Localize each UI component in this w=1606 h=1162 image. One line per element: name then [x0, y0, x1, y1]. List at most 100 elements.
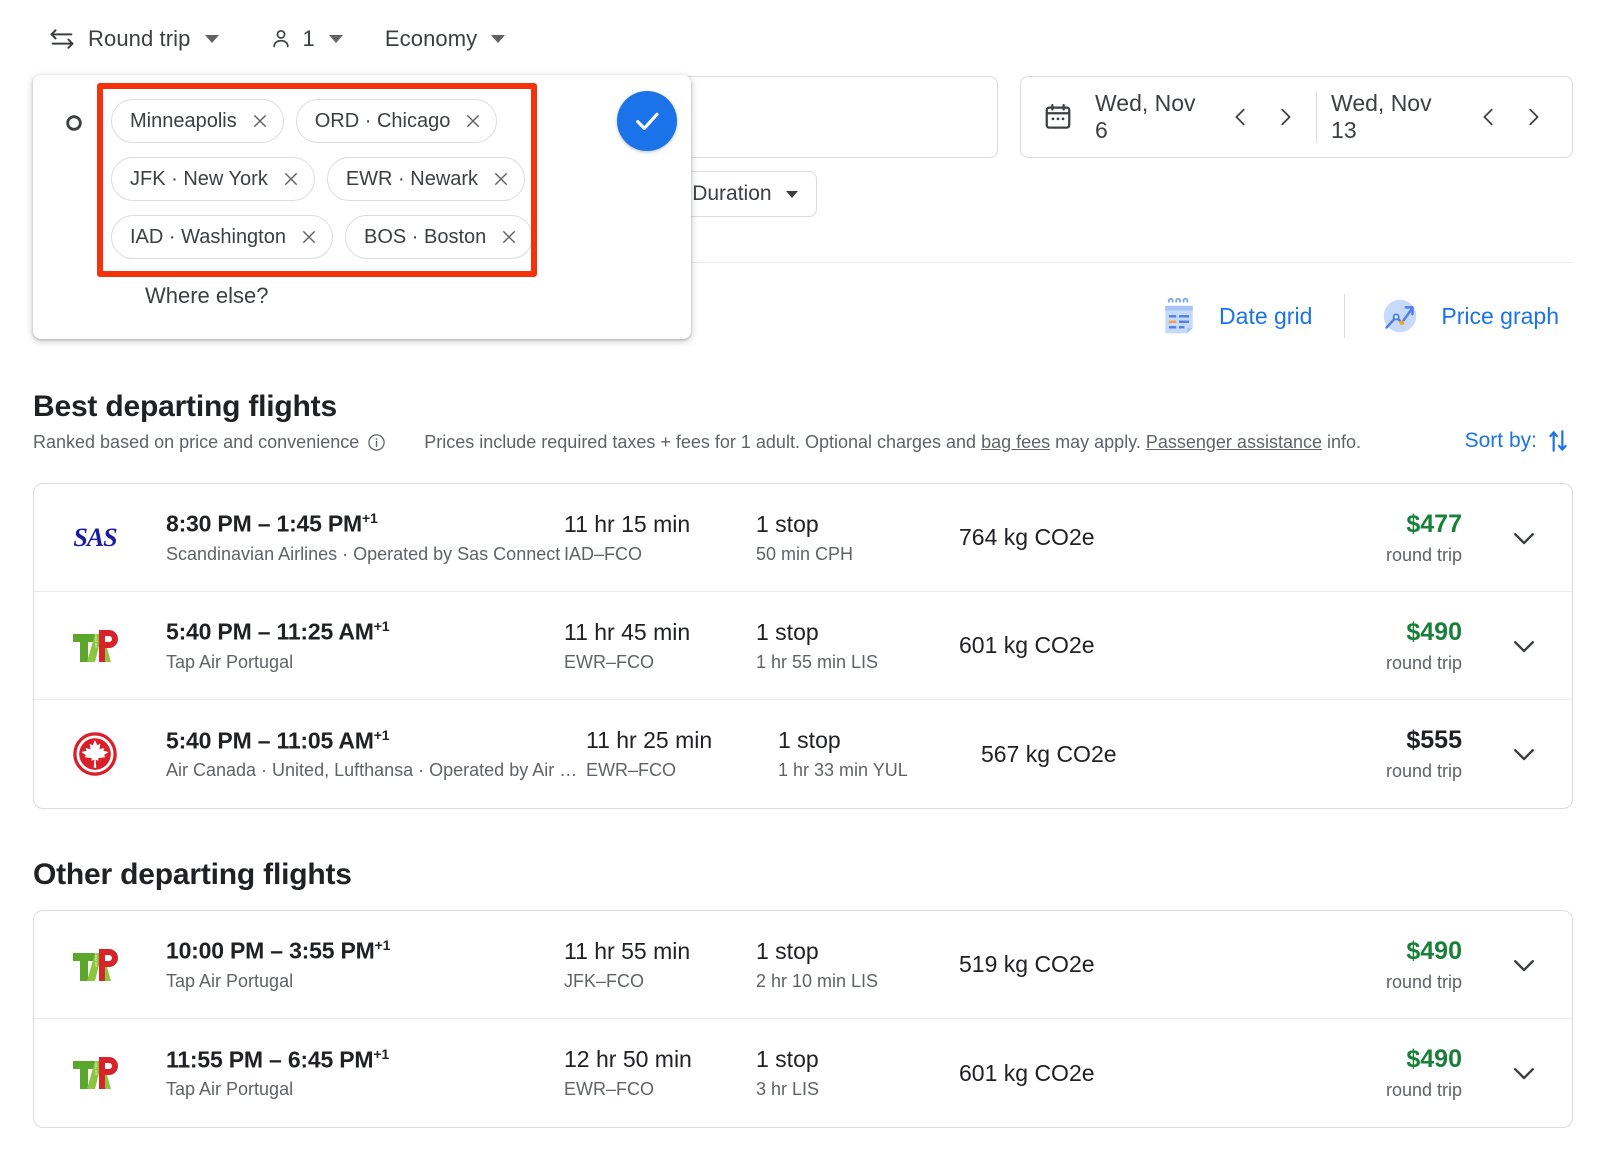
flight-emissions-column: 567 kg CO2e [981, 741, 1311, 768]
flight-times: 8:30 PM – 1:45 PM+1 [166, 510, 564, 538]
origin-chip[interactable]: EWR · Newark [327, 157, 525, 201]
flight-layover: 1 hr 33 min YUL [778, 760, 981, 781]
date-grid-button[interactable]: Date grid [1145, 288, 1324, 344]
close-icon[interactable] [492, 170, 510, 188]
flight-stops-column: 1 stop1 hr 55 min LIS [756, 619, 959, 673]
flight-duration: 11 hr 25 min [586, 727, 778, 754]
origin-circle-icon [64, 113, 84, 133]
ranked-text: Ranked based on price and convenience [33, 432, 359, 453]
chevron-right-icon[interactable] [1516, 100, 1550, 134]
flight-duration-column: 11 hr 45 min EWR–FCO [564, 619, 756, 673]
airline-name: Tap Air Portugal [166, 971, 564, 992]
person-icon [269, 27, 293, 51]
info-icon[interactable] [367, 433, 386, 452]
close-icon[interactable] [300, 228, 318, 246]
chevron-down-icon [205, 35, 219, 43]
flight-times: 11:55 PM – 6:45 PM+1 [166, 1046, 564, 1074]
flight-search-page: Round trip 1 Economy [0, 0, 1606, 1162]
price-graph-button[interactable]: Price graph [1365, 288, 1571, 344]
sort-by-button[interactable]: Sort by: [1465, 428, 1571, 454]
view-tools: Date grid Price graph [1145, 288, 1571, 344]
flight-price-note: round trip [1289, 1080, 1462, 1101]
flight-duration: 11 hr 45 min [564, 619, 756, 646]
airline-logo: SAS [64, 523, 126, 553]
origin-chip[interactable]: ORD · Chicago [296, 99, 498, 143]
plus-day-badge: +1 [374, 618, 390, 634]
flight-duration: 11 hr 55 min [564, 938, 756, 965]
flight-stops-column: 1 stop1 hr 33 min YUL [778, 727, 981, 781]
expand-flight-button[interactable] [1504, 950, 1544, 980]
flight-emissions: 601 kg CO2e [959, 1060, 1289, 1087]
flight-price: $490 [1289, 937, 1462, 966]
flight-route: IAD–FCO [564, 544, 756, 565]
flight-price-note: round trip [1289, 972, 1462, 993]
confirm-origins-button[interactable] [617, 91, 677, 151]
airline-name: Air Canada · United, Lufthansa · Operate… [166, 760, 586, 781]
origin-chip[interactable]: IAD · Washington [111, 215, 333, 259]
other-flights-title: Other departing flights [33, 858, 352, 892]
close-icon[interactable] [251, 112, 269, 130]
date-grid-icon [1157, 294, 1201, 338]
expand-flight-button[interactable] [1504, 739, 1544, 769]
airline-name: Scandinavian Airlines · Operated by Sas … [166, 544, 564, 565]
flight-price: $490 [1289, 618, 1462, 647]
flight-emissions: 764 kg CO2e [959, 524, 1289, 551]
origin-chip-label: JFK · New York [130, 168, 268, 191]
flight-price-column: $477 round trip [1289, 510, 1504, 566]
trip-options-bar: Round trip 1 Economy [40, 18, 513, 60]
airline-logo [64, 731, 126, 777]
chevron-left-icon[interactable] [1472, 100, 1506, 134]
origin-chip[interactable]: JFK · New York [111, 157, 315, 201]
check-icon [631, 105, 663, 137]
expand-flight-button[interactable] [1504, 1058, 1544, 1088]
passenger-assistance-link[interactable]: Passenger assistance [1146, 432, 1322, 453]
date-range-field[interactable]: Wed, Nov 6 Wed, Nov 13 [1020, 76, 1573, 158]
where-else-button[interactable]: Where else? [145, 283, 269, 309]
bag-fees-link[interactable]: bag fees [981, 432, 1050, 453]
flight-route: EWR–FCO [564, 1079, 756, 1100]
flight-price-column: $555round trip [1311, 726, 1504, 782]
flight-duration-column: 11 hr 15 minIAD–FCO [564, 511, 756, 565]
flight-price: $477 [1289, 510, 1462, 539]
flight-price-note: round trip [1289, 545, 1462, 566]
expand-flight-button[interactable] [1504, 523, 1544, 553]
close-icon[interactable] [500, 228, 518, 246]
origin-chip[interactable]: BOS · Boston [345, 215, 533, 259]
flight-time-column: 5:40 PM – 11:05 AM+1Air Canada · United,… [126, 727, 586, 782]
svg-text:AIR PORTUGAL: AIR PORTUGAL [94, 1053, 98, 1075]
flight-row[interactable]: 5:40 PM – 11:05 AM+1Air Canada · United,… [34, 700, 1572, 808]
flight-row[interactable]: SAS 8:30 PM – 1:45 PM+1 Scandinavian Airli… [34, 484, 1572, 592]
calendar-icon [1043, 102, 1073, 132]
chevron-down-icon [1509, 950, 1539, 980]
cabin-class-selector[interactable]: Economy [377, 18, 513, 60]
departure-date-value: Wed, Nov 6 [1095, 90, 1206, 144]
flight-row[interactable]: AIR PORTUGAL11:55 PM – 6:45 PM+1Tap Air … [34, 1019, 1572, 1127]
plus-day-badge: +1 [373, 1046, 389, 1062]
flight-emissions-column: 601 kg CO2e [959, 1060, 1289, 1087]
flight-row[interactable]: AIR PORTUGAL5:40 PM – 11:25 AM+1Tap Air … [34, 592, 1572, 700]
plus-day-badge: +1 [374, 727, 390, 743]
close-icon[interactable] [282, 170, 300, 188]
flight-stops-column: 1 stop50 min CPH [756, 511, 959, 565]
passengers-count: 1 [303, 26, 315, 52]
expand-flight-button[interactable] [1504, 631, 1544, 661]
chevron-right-icon[interactable] [1268, 100, 1302, 134]
flight-emissions-column: 764 kg CO2e [959, 524, 1289, 551]
filter-label: Duration [692, 182, 771, 206]
passengers-selector[interactable]: 1 [261, 18, 351, 60]
chevron-left-icon[interactable] [1224, 100, 1258, 134]
flight-route: EWR–FCO [564, 652, 756, 673]
svg-text:AIR PORTUGAL: AIR PORTUGAL [94, 626, 98, 648]
trip-type-selector[interactable]: Round trip [40, 18, 227, 60]
close-icon[interactable] [464, 112, 482, 130]
origin-chip[interactable]: Minneapolis [111, 99, 284, 143]
flight-price-column: $490 round trip [1289, 937, 1504, 993]
filter-chip-duration[interactable]: Duration [673, 171, 816, 217]
chevron-down-icon [491, 35, 505, 43]
origin-chip-label: BOS · Boston [364, 226, 486, 249]
airline-logo: AIR PORTUGAL [64, 626, 126, 666]
chevron-down-icon [1509, 631, 1539, 661]
flight-row[interactable]: AIR PORTUGAL10:00 PM – 3:55 PM+1Tap Air … [34, 911, 1572, 1019]
flight-emissions-column: 601 kg CO2e [959, 632, 1289, 659]
flight-duration: 12 hr 50 min [564, 1046, 756, 1073]
